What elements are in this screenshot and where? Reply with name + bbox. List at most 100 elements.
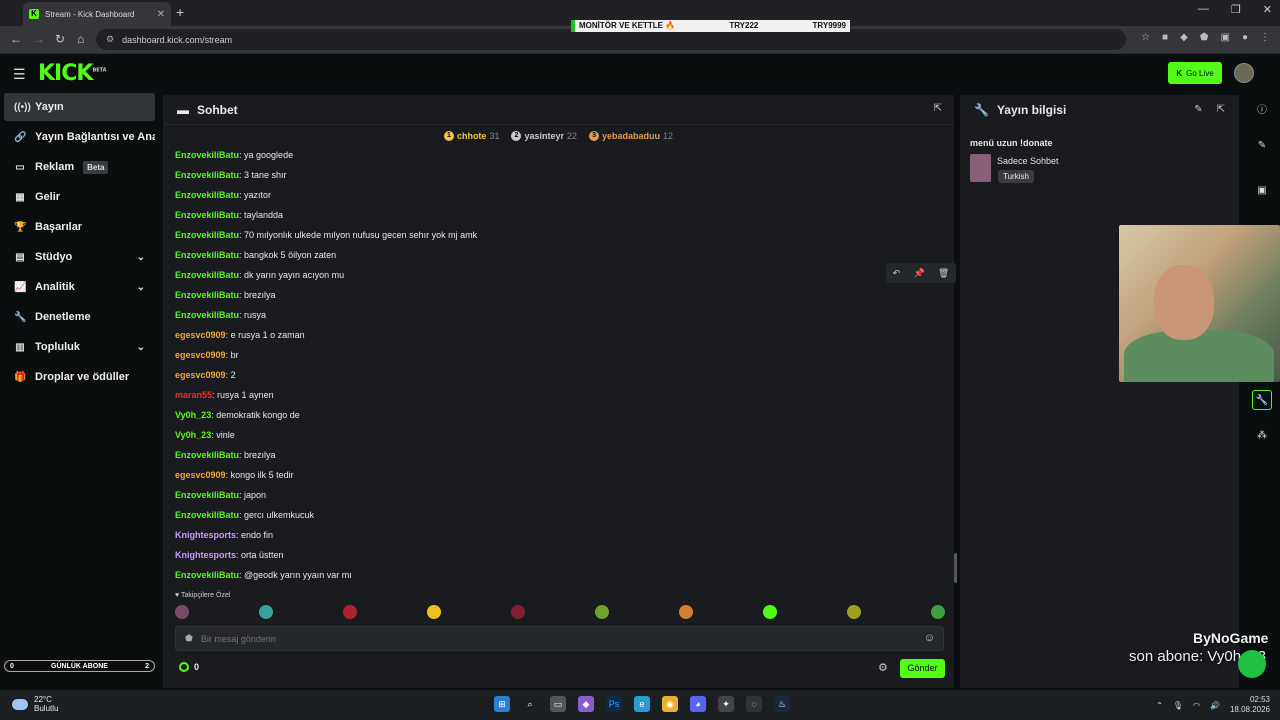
app-icon[interactable]: ✦: [718, 696, 734, 712]
chat-username[interactable]: Knightesports: [175, 530, 236, 540]
info-icon[interactable]: ⓘ: [1252, 101, 1272, 121]
windows-start-icon[interactable]: ⊞: [494, 696, 510, 712]
gifter-2[interactable]: 2 yasinteyr 22: [511, 128, 577, 144]
chat-message[interactable]: egesvc0909: e rusya 1 o zaman: [175, 327, 305, 343]
chat-message[interactable]: egesvc0909: br: [175, 347, 239, 363]
chat-message[interactable]: EnzovekiliBatu: bangkok 5 öilyon zaten: [175, 247, 336, 263]
sidebar-item-reklam[interactable]: ▭ Reklam Beta: [4, 153, 155, 181]
sidebar-item-droplar[interactable]: 🎁 Droplar ve ödüller: [4, 363, 155, 391]
chat-username[interactable]: EnzovekiliBatu: [175, 570, 239, 580]
chat-username[interactable]: EnzovekiliBatu: [175, 510, 239, 520]
puzzle-icon[interactable]: ▣: [1221, 32, 1230, 43]
chat-message[interactable]: Knightesports: orta üstten: [175, 547, 284, 563]
chrome-icon[interactable]: ◉: [662, 696, 678, 712]
wrench-icon[interactable]: 🔧: [1252, 390, 1272, 410]
popout-icon[interactable]: ⇱: [934, 103, 942, 114]
sidebar-item-yayin[interactable]: ((•)) Yayın: [4, 93, 155, 121]
clock[interactable]: 02:53 18.08.2026: [1230, 695, 1270, 715]
weather-widget[interactable]: 22°C Bulutlu: [12, 695, 58, 713]
chat-message[interactable]: egesvc0909: 2: [175, 367, 236, 383]
apps-icon[interactable]: ⁂: [1252, 426, 1272, 446]
photoshop-icon[interactable]: Ps: [606, 696, 622, 712]
steam-icon[interactable]: ♨: [774, 696, 790, 712]
chat-username[interactable]: EnzovekiliBatu: [175, 250, 239, 260]
emote-icon[interactable]: [259, 605, 273, 619]
reload-icon[interactable]: ↻: [55, 32, 65, 46]
chat-message[interactable]: EnzovekiliBatu: dk yarın yayın acıyon mu: [175, 267, 344, 283]
search-icon[interactable]: ⌕: [522, 696, 538, 712]
chat-scrollbar[interactable]: [954, 553, 957, 583]
chat-message[interactable]: EnzovekiliBatu: taylandda: [175, 207, 283, 223]
gifter-3[interactable]: 3 yebadabaduu 12: [589, 128, 673, 144]
chat-username[interactable]: EnzovekiliBatu: [175, 170, 239, 180]
layout-icon[interactable]: ▣: [1252, 181, 1272, 201]
edge-icon[interactable]: e: [634, 696, 650, 712]
chat-username[interactable]: EnzovekiliBatu: [175, 270, 239, 280]
chat-username[interactable]: egesvc0909: [175, 370, 226, 380]
browser-tab[interactable]: K Stream - Kick Dashboard ✕: [23, 2, 171, 26]
profile-icon[interactable]: ●: [1242, 32, 1248, 43]
reply-icon[interactable]: ↶: [893, 268, 901, 279]
emote-icon[interactable]: [427, 605, 441, 619]
sidebar-item-studyo[interactable]: ▤ Stüdyo ⌄: [4, 243, 155, 271]
emote-icon[interactable]: [595, 605, 609, 619]
sidebar-item-basarilar[interactable]: 🏆 Başarılar: [4, 213, 155, 241]
chat-username[interactable]: Vy0h_23: [175, 430, 211, 440]
chat-message[interactable]: EnzovekiliBatu: rusya: [175, 307, 266, 323]
chat-username[interactable]: EnzovekiliBatu: [175, 290, 239, 300]
chat-message[interactable]: EnzovekiliBatu: brezılya: [175, 447, 276, 463]
shield-icon[interactable]: ⬟: [1200, 32, 1209, 43]
maximize-icon[interactable]: ❐: [1231, 3, 1241, 16]
chat-message[interactable]: EnzovekiliBatu: 3 tane shır: [175, 167, 287, 183]
url-field[interactable]: ⚙ dashboard.kick.com/stream: [96, 29, 1126, 50]
menu-dots-icon[interactable]: ⋮: [1260, 32, 1270, 43]
delete-icon[interactable]: 🗑: [938, 268, 949, 279]
chat-message[interactable]: egesvc0909: kongo ilk 5 tedir: [175, 467, 294, 483]
chat-message[interactable]: Knightesports: endo fin: [175, 527, 273, 543]
chat-message[interactable]: EnzovekiliBatu: @geodk yarın yyaın var m…: [175, 567, 352, 583]
chat-username[interactable]: egesvc0909: [175, 330, 226, 340]
bookmark-star-icon[interactable]: ☆: [1141, 32, 1150, 43]
chat-message[interactable]: EnzovekiliBatu: brezılya: [175, 287, 276, 303]
edit-icon[interactable]: ✎: [1194, 104, 1202, 115]
emote-icon[interactable]: [175, 605, 189, 619]
chat-input-box[interactable]: ⬟ ☺: [175, 626, 944, 651]
chat-username[interactable]: EnzovekiliBatu: [175, 150, 239, 160]
chat-message[interactable]: EnzovekiliBatu: gercı ulkemkucuk: [175, 507, 314, 523]
emote-icon[interactable]: [763, 605, 777, 619]
emote-icon[interactable]: [679, 605, 693, 619]
extension-icon[interactable]: ■: [1162, 32, 1168, 43]
chat-username[interactable]: Vy0h_23: [175, 410, 211, 420]
chat-username[interactable]: Knightesports: [175, 550, 236, 560]
close-tab-icon[interactable]: ✕: [157, 9, 165, 20]
go-live-button[interactable]: K Go Live: [1168, 62, 1222, 84]
kick-logo[interactable]: KICKBETA: [38, 61, 107, 86]
emote-icon[interactable]: [343, 605, 357, 619]
user-avatar[interactable]: [1234, 63, 1254, 83]
extension-icon[interactable]: ◆: [1180, 32, 1188, 43]
send-button[interactable]: Gönder: [900, 659, 945, 678]
chat-username[interactable]: EnzovekiliBatu: [175, 310, 239, 320]
chevron-up-icon[interactable]: ⌃: [1156, 701, 1163, 710]
app-icon[interactable]: ◌: [746, 696, 762, 712]
hamburger-menu-icon[interactable]: ☰: [13, 66, 26, 83]
channel-points[interactable]: 0: [179, 662, 199, 672]
chat-username[interactable]: maran55: [175, 390, 212, 400]
forward-icon[interactable]: →: [33, 32, 45, 46]
chat-username[interactable]: EnzovekiliBatu: [175, 450, 239, 460]
chat-username[interactable]: egesvc0909: [175, 470, 226, 480]
chat-username[interactable]: EnzovekiliBatu: [175, 210, 239, 220]
chat-message[interactable]: EnzovekiliBatu: 70 mılyonlık ulkede mıly…: [175, 227, 477, 243]
chat-message[interactable]: EnzovekiliBatu: ya googlede: [175, 147, 293, 163]
wifi-icon[interactable]: ◠: [1193, 701, 1200, 710]
chat-message[interactable]: maran55: rusya 1 aynen: [175, 387, 274, 403]
sidebar-item-analitik[interactable]: 📈 Analitik ⌄: [4, 273, 155, 301]
category-name[interactable]: Sadece Sohbet: [997, 156, 1059, 166]
task-view-icon[interactable]: ▭: [550, 696, 566, 712]
pin-icon[interactable]: 📌: [913, 268, 924, 279]
chat-message[interactable]: Vy0h_23: vinle: [175, 427, 235, 443]
gear-icon[interactable]: ⚙: [878, 661, 888, 674]
copilot-icon[interactable]: ◆: [578, 696, 594, 712]
sidebar-item-stream-key[interactable]: 🔗Yayın Bağlantısı ve Anahtar: [4, 123, 155, 151]
close-window-icon[interactable]: ✕: [1263, 3, 1272, 16]
